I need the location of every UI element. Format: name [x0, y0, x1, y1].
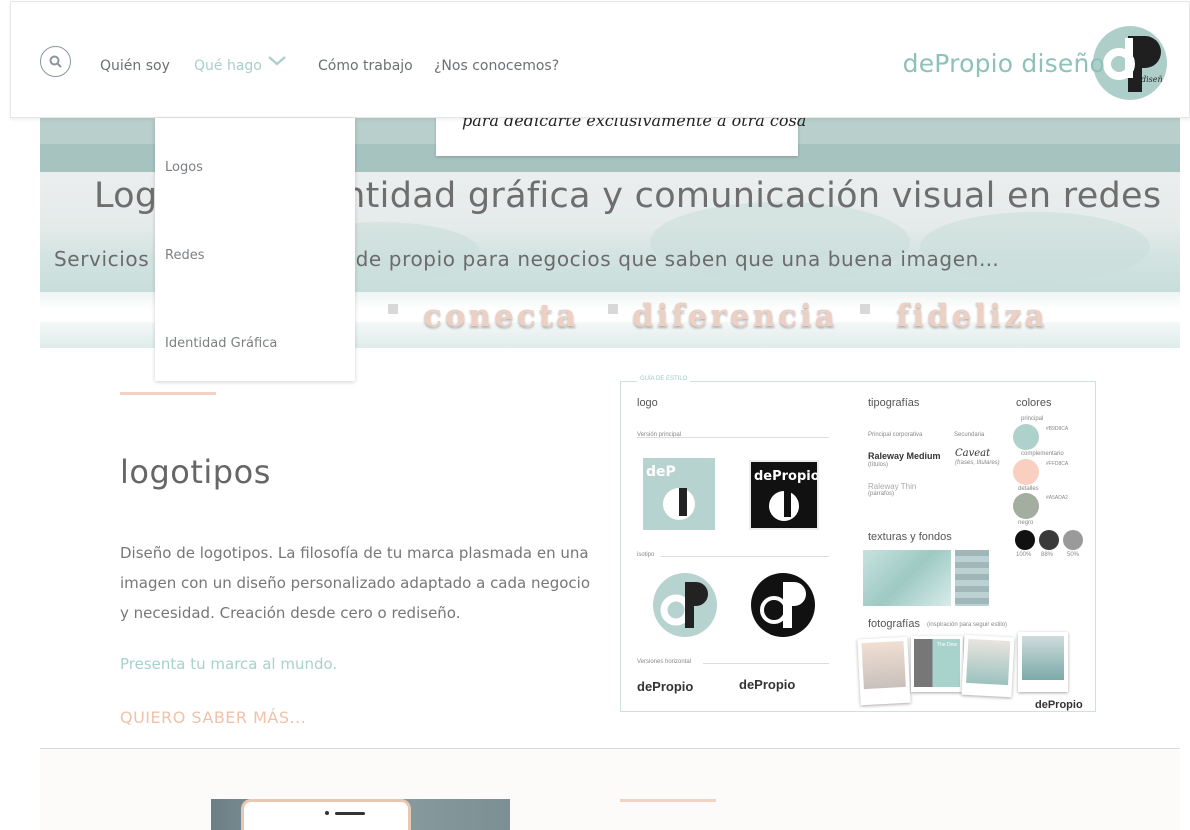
section-description: Diseño de logotipos. La filosofía de tu …	[120, 544, 591, 622]
guide-label: principal	[1021, 416, 1044, 422]
guide-label: complementario	[1021, 451, 1064, 457]
color-percent: 100%	[1016, 552, 1032, 558]
dropdown-item-identidad[interactable]: Identidad Gráfica	[165, 336, 277, 351]
nav-como-trabajo[interactable]: Cómo trabajo	[318, 58, 413, 74]
guide-tag: GUÍA DE ESTILO	[637, 376, 691, 382]
color-code: #FFD8CA	[1046, 461, 1069, 467]
color-percent: 88%	[1041, 552, 1054, 558]
isotipo-dark	[751, 573, 815, 637]
guide-label: isotipo	[637, 552, 655, 558]
font-sample-raleway-thin: Raleway Thin	[868, 482, 917, 491]
color-swatch-principal	[1013, 424, 1039, 450]
dropdown-item-redes[interactable]: Redes	[165, 248, 204, 263]
color-swatch-negro-100	[1015, 530, 1035, 550]
dropdown-item-logos[interactable]: Logos	[165, 160, 203, 175]
color-code: #B9D8CA	[1046, 426, 1069, 432]
redes-section-image	[211, 799, 510, 830]
separator-square	[388, 304, 398, 314]
site-header: Quién soy Qué hago Cómo trabajo ¿Nos con…	[10, 1, 1190, 118]
polaroid-photo: The Dew	[911, 636, 963, 692]
guide-tipografias-heading: tipografías	[868, 397, 920, 409]
value-word: conecta	[423, 298, 580, 334]
section-title: logotipos	[120, 453, 271, 491]
svg-text:dePropio: dePropio	[754, 469, 817, 484]
guide-label: (inspiración para seguir estilo)	[927, 622, 1008, 628]
svg-text:deP: deP	[646, 464, 676, 480]
color-swatch-detalles	[1013, 493, 1039, 519]
nav-que-hago[interactable]: Qué hago	[194, 58, 262, 74]
separator-square	[608, 304, 618, 314]
search-icon	[49, 55, 62, 68]
guide-fotografias-heading: fotografías	[868, 618, 920, 630]
guide-colores-heading: colores	[1016, 397, 1052, 409]
font-sample-raleway-medium: Raleway Medium	[868, 451, 941, 461]
guide-label: (párrafos)	[868, 491, 895, 497]
hero-quote-card: para dedicarte exclusivamente a otra cos…	[436, 118, 806, 156]
hero-quote-text: para dedicarte exclusivamente a otra cos…	[462, 118, 807, 130]
guide-label: Versiones horizontal	[637, 659, 692, 665]
guide-footer-logo: dePropio	[1035, 699, 1083, 711]
guide-label: Principal corporativa	[868, 432, 923, 438]
color-swatch-complementario	[1013, 459, 1039, 485]
horizontal-logo-dark: dePropio	[739, 677, 796, 692]
brand-name: dePropio diseño	[902, 48, 1105, 78]
guide-label: Secundaria	[954, 432, 985, 438]
nav-quien-soy[interactable]: Quién soy	[100, 58, 170, 74]
section-accent-line	[620, 799, 716, 802]
polaroid-photo	[1018, 632, 1068, 692]
svg-text:diseño: diseño	[1141, 75, 1167, 84]
value-word: diferencia	[632, 298, 838, 334]
font-sample-caveat: Caveat	[955, 448, 991, 459]
style-guide-image: GUÍA DE ESTILO logo Versión principal de…	[620, 376, 1096, 712]
guide-texturas-heading: texturas y fondos	[868, 531, 952, 543]
section-link[interactable]: Presenta tu marca al mundo.	[120, 655, 337, 673]
que-hago-dropdown: Logos Redes Identidad Gráfica	[155, 118, 355, 381]
search-button[interactable]	[40, 46, 71, 77]
separator-square	[860, 304, 870, 314]
color-code: #A5ADA2	[1046, 495, 1068, 501]
section-accent-line	[120, 392, 216, 395]
nav-nos-conocemos[interactable]: ¿Nos conocemos?	[434, 58, 559, 74]
color-swatch-negro-88	[1039, 530, 1059, 550]
guide-logo-heading: logo	[637, 397, 658, 409]
color-swatch-negro-50	[1063, 530, 1083, 550]
logo-dark-version: dePropio	[749, 460, 820, 530]
quiero-saber-mas-button[interactable]: QUIERO SABER MÁS...	[120, 708, 306, 727]
polaroid-photo	[961, 634, 1015, 698]
horizontal-logo-light: dePropio	[637, 679, 694, 694]
value-word: fideliza	[896, 298, 1048, 334]
brand-logo[interactable]: dePropio diseño diseño	[903, 26, 1167, 100]
guide-label: (títulos)	[868, 462, 889, 468]
isotipo-light	[653, 573, 717, 637]
guide-label: (frases, titulares)	[955, 460, 1000, 466]
color-percent: 50%	[1067, 552, 1080, 558]
polaroid-photo	[857, 636, 911, 706]
guide-label: negro	[1018, 520, 1034, 526]
wood-texture-sample	[955, 550, 989, 606]
logo-light-version: deP	[643, 458, 715, 530]
chevron-down-icon[interactable]	[267, 55, 287, 67]
guide-label: detalles	[1018, 486, 1039, 492]
texture-sample	[863, 550, 951, 606]
